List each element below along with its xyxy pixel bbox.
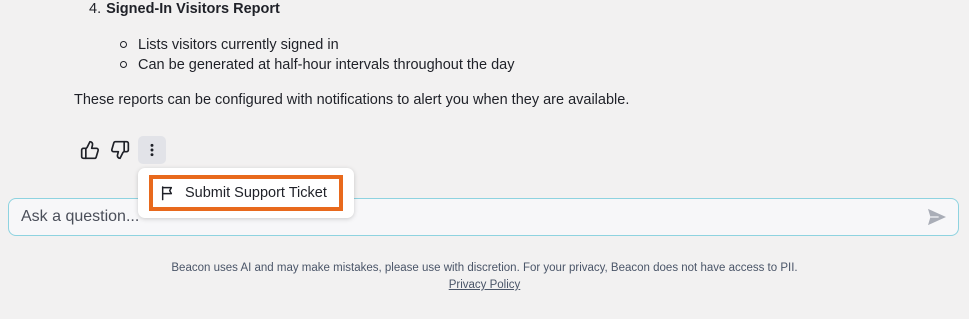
thumbs-up-button[interactable] (76, 136, 104, 164)
thumbs-down-icon (111, 140, 130, 160)
ai-disclaimer: Beacon uses AI and may make mistakes, pl… (171, 262, 798, 274)
menu-item-label: Submit Support Ticket (185, 185, 327, 201)
bullet-text: Can be generated at half-hour intervals … (138, 57, 515, 73)
chat-page: 4. Signed-In Visitors Report Lists visito… (0, 0, 969, 319)
report-title: Signed-In Visitors Report (106, 1, 280, 17)
report-number: 4. (89, 1, 102, 17)
bullet-circle-icon (120, 61, 127, 68)
more-options-button[interactable] (138, 136, 166, 164)
thumbs-up-icon (80, 140, 99, 160)
summary-text: These reports can be configured with not… (74, 92, 630, 108)
submit-support-ticket-item[interactable]: Submit Support Ticket (149, 175, 343, 211)
more-options-menu: Submit Support Ticket (138, 168, 354, 218)
list-item: Lists visitors currently signed in (120, 36, 514, 56)
report-bullet-list: Lists visitors currently signed in Can b… (120, 36, 514, 76)
list-item: Can be generated at half-hour intervals … (120, 56, 514, 76)
send-button[interactable] (926, 206, 948, 228)
more-vertical-icon (150, 143, 154, 157)
bullet-text: Lists visitors currently signed in (138, 37, 339, 53)
send-icon (928, 208, 946, 226)
thumbs-down-button[interactable] (106, 136, 134, 164)
report-heading: 4. Signed-In Visitors Report (89, 0, 280, 18)
bullet-circle-icon (120, 41, 127, 48)
flag-icon (160, 185, 176, 201)
privacy-policy-link[interactable]: Privacy Policy (449, 279, 521, 291)
privacy-footer: Privacy Policy (0, 277, 969, 293)
